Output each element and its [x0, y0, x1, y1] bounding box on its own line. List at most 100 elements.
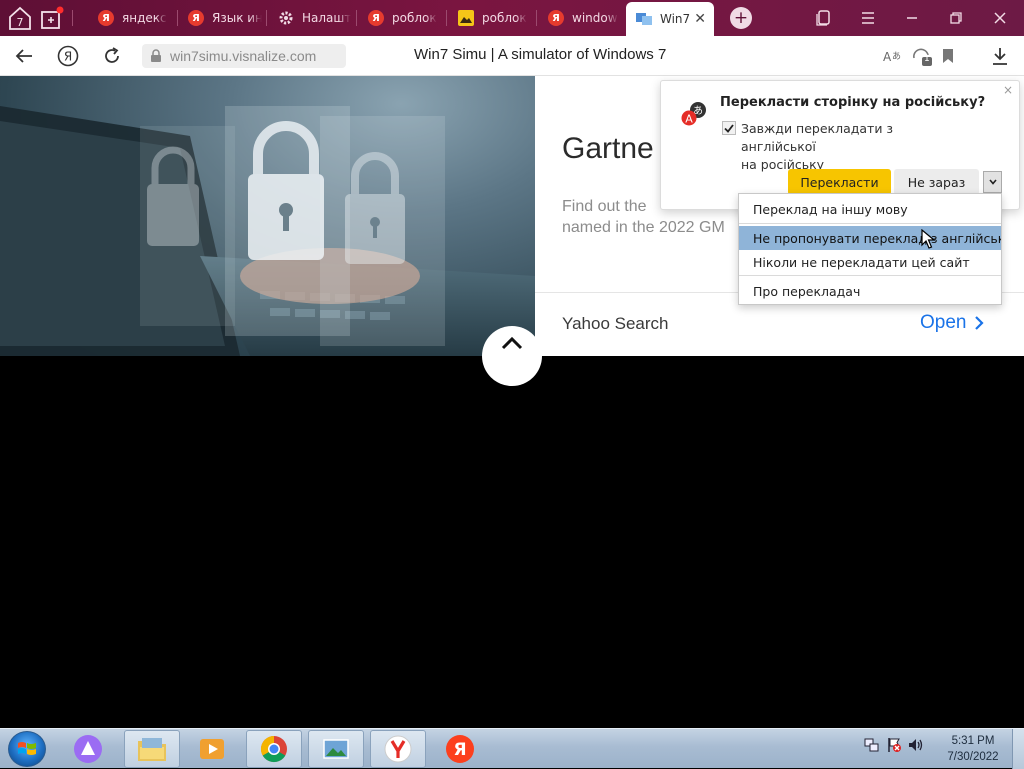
back-button[interactable]: [10, 42, 38, 70]
menu-separator: [739, 275, 1001, 276]
menu-item-about-translator[interactable]: Про перекладач: [739, 279, 1001, 303]
action-center-flag-icon[interactable]: [886, 737, 902, 753]
tab-roblox-1[interactable]: Я роблок: [358, 4, 442, 32]
tabs-list-button[interactable]: [804, 0, 844, 36]
menu-button[interactable]: [848, 0, 888, 36]
downloads-button[interactable]: [988, 44, 1012, 68]
tab-strip: 7 Я яндекс Я Язык ин Налашт Я роблок роб…: [0, 0, 1024, 36]
translate-button[interactable]: Перекласти: [788, 169, 891, 195]
always-translate-label: Завжди перекладати з англійської на росі…: [741, 121, 894, 172]
gear-icon: [278, 10, 294, 26]
more-options-button[interactable]: [983, 171, 1002, 193]
tab-win7-active[interactable]: Win7 ✕: [626, 2, 714, 36]
translate-options-menu: Переклад на іншу мову Не пропонувати пер…: [738, 193, 1002, 305]
open-label: Open: [920, 312, 967, 333]
chevron-right-icon: [975, 316, 985, 330]
translate-popup-title: Перекласти сторінку на російську?: [720, 95, 986, 110]
network-icon[interactable]: [864, 737, 880, 753]
new-tab-button[interactable]: +: [730, 7, 752, 29]
taskbar-media-player[interactable]: [184, 730, 240, 768]
minimize-icon: [907, 17, 917, 19]
download-icon: [993, 48, 1007, 65]
bookmark-icon: [943, 49, 953, 63]
home-page-button[interactable]: 7: [6, 4, 34, 32]
tab-separator: [72, 10, 73, 26]
svg-text:A: A: [685, 113, 693, 126]
yandex-button[interactable]: Я: [54, 42, 82, 70]
close-window-button[interactable]: [980, 0, 1020, 36]
volume-icon[interactable]: [908, 737, 924, 753]
mouse-cursor-icon: [921, 229, 935, 249]
windows-logo-icon: [18, 742, 36, 755]
translate-popup: あ A Перекласти сторінку на російську? За…: [660, 80, 1020, 210]
home-icon: 7: [9, 6, 31, 30]
photo-icon: [323, 739, 349, 759]
tabs-icon: [816, 10, 830, 26]
minimize-button[interactable]: [892, 0, 932, 36]
start-button[interactable]: [8, 731, 46, 767]
yandex-icon: Я: [446, 735, 474, 763]
tab-separator: [356, 10, 357, 26]
taskbar-yandex-browser[interactable]: [370, 730, 426, 768]
translate-icon: Aあ: [883, 50, 901, 64]
laptop-security-illustration: [0, 106, 535, 356]
reload-button[interactable]: [98, 42, 126, 70]
restore-button[interactable]: [936, 0, 976, 36]
tab-yandex[interactable]: Я яндекс: [88, 4, 172, 32]
taskbar-chrome[interactable]: [246, 730, 302, 768]
tab-separator: [266, 10, 267, 26]
clock-time: 5:31 PM: [951, 735, 995, 747]
tab-separator: [446, 10, 447, 26]
translate-button[interactable]: Aあ: [880, 44, 904, 68]
tab-label: роблок: [482, 11, 527, 25]
menu-item-dont-offer-english[interactable]: Не пропонувати переклад з англійської: [739, 226, 1001, 250]
folder-icon: [138, 738, 166, 761]
svg-text:7: 7: [17, 16, 24, 29]
new-tab-page-button[interactable]: [38, 4, 66, 32]
tab-windows[interactable]: Я window: [538, 4, 622, 32]
menu-item-other-language[interactable]: Переклад на іншу мову: [739, 197, 1001, 221]
taskbar-alice[interactable]: [60, 730, 116, 768]
card-title: Gartne: [562, 132, 654, 165]
bookmark-button[interactable]: [936, 44, 960, 68]
tab-settings[interactable]: Налашт: [268, 4, 352, 32]
clock-date: 7/30/2022: [947, 751, 999, 763]
open-link[interactable]: Open: [920, 312, 985, 334]
restore-icon: [950, 12, 962, 24]
taskbar-photo-viewer[interactable]: [308, 730, 364, 768]
show-desktop-button[interactable]: [1012, 729, 1024, 769]
collapse-button[interactable]: [482, 326, 542, 386]
lock-icon: [151, 49, 161, 62]
win7-icon: [636, 11, 652, 27]
always-translate-checkbox[interactable]: [722, 121, 736, 135]
close-icon: [994, 12, 1006, 24]
extension-button[interactable]: 1: [910, 44, 934, 68]
tab-label: Язык ин: [212, 11, 262, 25]
svg-text:Я: Я: [64, 50, 72, 64]
yandex-icon: Я: [188, 10, 204, 26]
url-field[interactable]: win7simu.visnalize.com: [142, 44, 346, 68]
address-bar: Я win7simu.visnalize.com Win7 Simu | A s…: [0, 36, 1024, 76]
close-tab-icon[interactable]: ✕: [694, 11, 706, 27]
tab-language[interactable]: Я Язык ин: [178, 4, 262, 32]
close-popup-button[interactable]: ×: [1003, 83, 1013, 97]
yandex-browser-icon: [384, 735, 412, 763]
svg-text:Я: Я: [453, 740, 466, 760]
taskbar-explorer[interactable]: [124, 730, 180, 768]
taskbar-yandex[interactable]: Я: [432, 730, 488, 768]
system-clock[interactable]: 5:31 PM 7/30/2022: [938, 733, 1008, 765]
media-icon: [200, 739, 224, 759]
taskbar: Я 5:31 PM 7/30/2022: [0, 728, 1024, 769]
menu-item-never-translate-site[interactable]: Ніколи не перекладати цей сайт: [739, 250, 1001, 274]
tab-roblox-2[interactable]: роблок: [448, 4, 532, 32]
svg-text:あ: あ: [892, 51, 901, 62]
yandex-icon: Я: [548, 10, 564, 26]
chevron-up-icon: [501, 336, 523, 350]
chevron-down-icon: [988, 179, 997, 185]
menu-separator: [739, 223, 1001, 224]
checkmark-icon: [724, 123, 734, 133]
tab-label: роблок: [392, 11, 437, 25]
image-icon: [458, 10, 474, 26]
not-now-button[interactable]: Не зараз: [894, 169, 979, 195]
yandex-icon: Я: [98, 10, 114, 26]
